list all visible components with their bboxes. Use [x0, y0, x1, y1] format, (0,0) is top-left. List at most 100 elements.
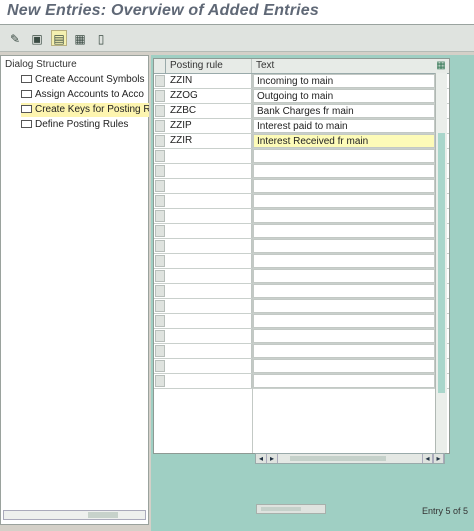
column-header-text[interactable]: Text [253, 59, 435, 73]
scroll-first-icon[interactable]: ◂ [256, 454, 267, 463]
row-selector[interactable] [155, 330, 165, 342]
text-cell[interactable]: Interest paid to main [253, 119, 435, 133]
table-row[interactable]: ZZBC Bank Charges fr main [154, 104, 449, 119]
posting-rule-cell[interactable] [167, 194, 252, 208]
table-horizontal-scrollbar[interactable]: ◂ ▸ ◂ ▸ [255, 453, 445, 464]
text-cell[interactable] [253, 314, 435, 328]
posting-rule-cell[interactable]: ZZBC [167, 104, 252, 118]
table-row[interactable] [154, 284, 449, 299]
change-display-icon[interactable]: ✎ [7, 30, 23, 46]
table-row[interactable] [154, 344, 449, 359]
row-selector[interactable] [155, 75, 165, 87]
posting-rule-cell[interactable] [167, 374, 252, 388]
text-cell[interactable] [253, 209, 435, 223]
table-row[interactable]: ZZIR Interest Received fr main [154, 134, 449, 149]
posting-rule-cell[interactable] [167, 149, 252, 163]
deselect-all-icon[interactable]: ▯ [93, 30, 109, 46]
text-cell[interactable] [253, 359, 435, 373]
row-selector[interactable] [155, 315, 165, 327]
row-selector[interactable] [155, 240, 165, 252]
table-row[interactable] [154, 269, 449, 284]
row-selector[interactable] [155, 345, 165, 357]
table-row[interactable] [154, 164, 449, 179]
text-cell[interactable]: Incoming to main [253, 74, 435, 88]
row-selector[interactable] [155, 135, 165, 147]
posting-rule-cell[interactable]: ZZOG [167, 89, 252, 103]
posting-rule-cell[interactable]: ZZIR [167, 134, 252, 148]
table-row[interactable]: ZZOG Outgoing to main [154, 89, 449, 104]
row-selector[interactable] [155, 375, 165, 387]
row-selector[interactable] [155, 225, 165, 237]
position-scrollbar[interactable] [256, 504, 326, 514]
row-selector[interactable] [155, 255, 165, 267]
posting-rule-cell[interactable] [167, 209, 252, 223]
posting-rule-cell[interactable] [167, 164, 252, 178]
row-selector[interactable] [155, 195, 165, 207]
scrollbar-thumb[interactable] [88, 512, 118, 518]
select-all-icon[interactable]: ▤ [51, 30, 67, 46]
posting-rule-cell[interactable] [167, 314, 252, 328]
row-selector[interactable] [155, 180, 165, 192]
text-cell[interactable] [253, 194, 435, 208]
text-cell[interactable] [253, 299, 435, 313]
text-cell[interactable] [253, 284, 435, 298]
row-selector[interactable] [155, 105, 165, 117]
row-selector[interactable] [155, 90, 165, 102]
posting-rule-cell[interactable] [167, 254, 252, 268]
table-row[interactable] [154, 179, 449, 194]
table-row[interactable] [154, 374, 449, 389]
posting-rule-cell[interactable]: ZZIP [167, 119, 252, 133]
table-row[interactable] [154, 329, 449, 344]
text-cell[interactable] [253, 164, 435, 178]
posting-rule-cell[interactable] [167, 329, 252, 343]
text-cell[interactable] [253, 224, 435, 238]
posting-rule-cell[interactable] [167, 299, 252, 313]
text-cell[interactable] [253, 149, 435, 163]
scroll-last-icon[interactable]: ▸ [433, 454, 444, 463]
posting-rule-cell[interactable] [167, 224, 252, 238]
tree-item-assign-accounts[interactable]: Assign Accounts to Acco [21, 88, 149, 102]
row-selector[interactable] [155, 165, 165, 177]
text-cell[interactable] [253, 329, 435, 343]
text-cell[interactable] [253, 239, 435, 253]
tree-horizontal-scrollbar[interactable] [3, 510, 146, 520]
scrollbar-thumb[interactable] [261, 507, 301, 511]
table-row[interactable] [154, 299, 449, 314]
select-all-rows-button[interactable] [154, 59, 166, 73]
posting-rule-cell[interactable] [167, 269, 252, 283]
posting-rule-cell[interactable]: ZZIN [167, 74, 252, 88]
tree-item-create-keys-posting-rules[interactable]: Create Keys for Posting R [21, 103, 149, 117]
select-block-icon[interactable]: ▦ [72, 30, 88, 46]
table-row[interactable] [154, 224, 449, 239]
posting-rule-cell[interactable] [167, 239, 252, 253]
posting-rule-cell[interactable] [167, 359, 252, 373]
row-selector[interactable] [155, 270, 165, 282]
row-selector[interactable] [155, 210, 165, 222]
table-row[interactable]: ZZIP Interest paid to main [154, 119, 449, 134]
table-row[interactable] [154, 194, 449, 209]
table-vertical-scrollbar[interactable] [435, 73, 447, 453]
text-cell[interactable] [253, 269, 435, 283]
row-selector[interactable] [155, 360, 165, 372]
scrollbar-thumb[interactable] [290, 456, 386, 461]
row-selector[interactable] [155, 285, 165, 297]
scrollbar-thumb[interactable] [438, 133, 445, 393]
tree-item-define-posting-rules[interactable]: Define Posting Rules [21, 118, 149, 132]
scroll-left-icon[interactable]: ▸ [267, 454, 278, 463]
table-row[interactable] [154, 209, 449, 224]
save-icon[interactable]: ▣ [29, 30, 45, 46]
row-selector[interactable] [155, 120, 165, 132]
text-cell[interactable] [253, 374, 435, 388]
tree-item-create-account-symbols[interactable]: Create Account Symbols [21, 73, 149, 87]
text-cell[interactable]: Bank Charges fr main [253, 104, 435, 118]
scroll-right-icon[interactable]: ◂ [422, 454, 433, 463]
row-selector[interactable] [155, 150, 165, 162]
posting-rule-cell[interactable] [167, 284, 252, 298]
text-cell[interactable]: Interest Received fr main [253, 134, 435, 148]
table-row[interactable] [154, 254, 449, 269]
posting-rule-cell[interactable] [167, 179, 252, 193]
text-cell[interactable] [253, 179, 435, 193]
table-row[interactable]: ZZIN Incoming to main [154, 74, 449, 89]
table-row[interactable] [154, 314, 449, 329]
table-row[interactable] [154, 149, 449, 164]
